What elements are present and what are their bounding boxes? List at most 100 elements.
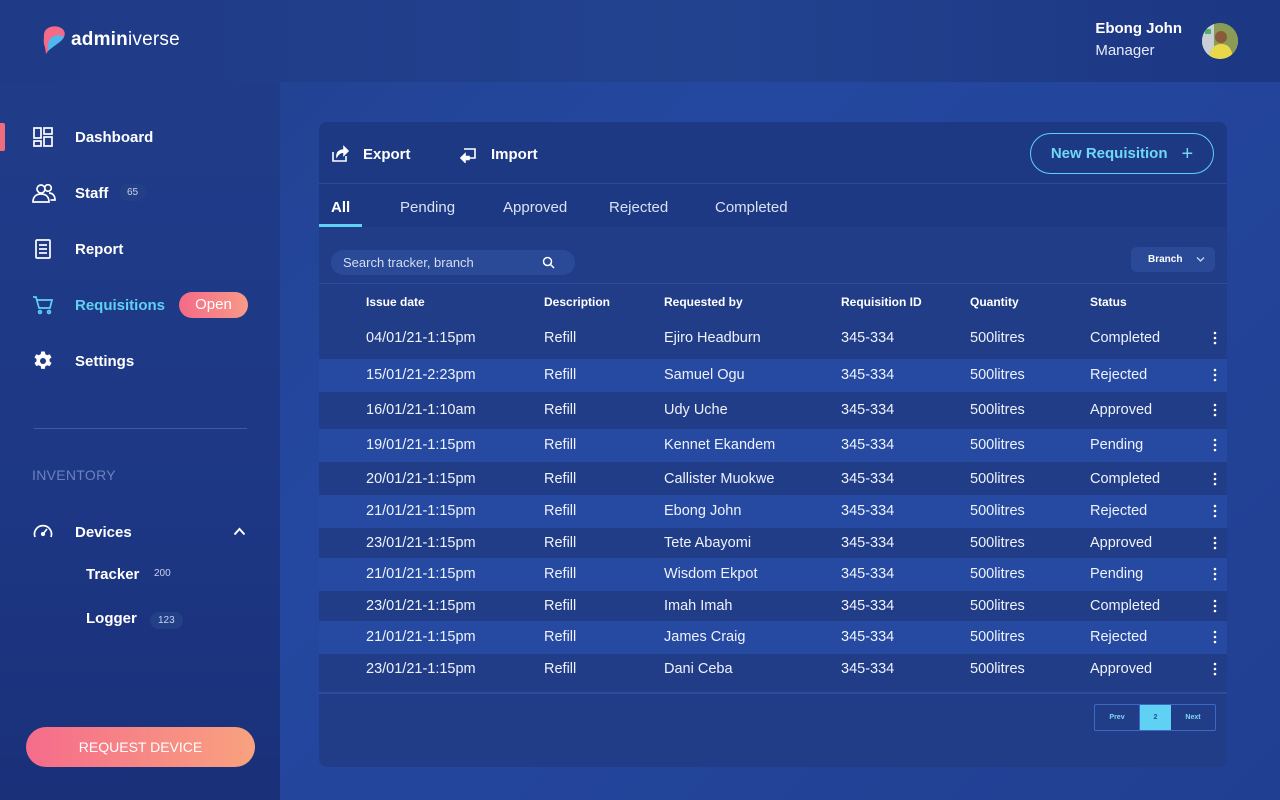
import-button[interactable]: Import (459, 144, 538, 164)
status-cell: Pending (1090, 437, 1144, 453)
tracker-count-badge: 200 (154, 568, 171, 579)
table-header-divider (319, 283, 1227, 284)
column-header-description[interactable]: Description (544, 295, 610, 309)
tab-all[interactable]: All (331, 199, 350, 216)
issue-date-cell: 21/01/21-1:15pm (366, 566, 476, 582)
issue-date-cell: 23/01/21-1:15pm (366, 535, 476, 551)
table-row[interactable]: 04/01/21-1:15pm Refill Ejiro Headburn 345-3… (319, 322, 1227, 355)
description-cell: Refill (544, 367, 577, 383)
more-options-icon[interactable] (1212, 598, 1218, 614)
requested-by-cell: Ejiro Headburn (664, 330, 761, 346)
table-row[interactable]: 21/01/21-1:15pm Refill James Craig 345-334 5… (319, 621, 1227, 654)
sidebar-item-settings[interactable]: Settings (0, 341, 280, 381)
more-options-icon[interactable] (1212, 629, 1218, 645)
requested-by-cell: Ebong John (664, 503, 742, 519)
table-row[interactable]: 16/01/21-1:10am Refill Udy Uche 345-334 500l… (319, 394, 1227, 427)
more-options-icon[interactable] (1212, 437, 1218, 453)
export-icon (332, 145, 349, 162)
description-cell: Refill (544, 402, 577, 418)
column-header-issue-date[interactable]: Issue date (366, 295, 425, 309)
staff-count-badge: 65 (119, 184, 147, 201)
more-options-icon[interactable] (1212, 471, 1218, 487)
brand-logo[interactable]: adminiverse (40, 24, 180, 56)
description-cell: Refill (544, 629, 577, 645)
sidebar-item-devices[interactable]: Devices (0, 512, 280, 552)
column-header-requisition-id[interactable]: Requisition ID (841, 295, 922, 309)
requisition-id-cell: 345-334 (841, 471, 895, 487)
description-cell: Refill (544, 503, 577, 519)
next-page-button[interactable]: Next (1171, 705, 1215, 730)
issue-date-cell: 21/01/21-1:15pm (366, 629, 476, 645)
more-options-icon[interactable] (1212, 661, 1218, 677)
tab-pending[interactable]: Pending (400, 199, 455, 216)
more-options-icon[interactable] (1212, 535, 1218, 551)
export-button[interactable]: Export (331, 144, 411, 164)
column-header-requested-by[interactable]: Requested by (664, 295, 743, 309)
description-cell: Refill (544, 598, 577, 614)
avatar[interactable] (1202, 23, 1238, 59)
requested-by-cell: Callister Muokwe (664, 471, 775, 487)
requisition-id-cell: 345-334 (841, 629, 895, 645)
table-row[interactable]: 19/01/21-1:15pm Refill Kennet Ekandem 345-3… (319, 429, 1227, 462)
pagination: Prev 2 Next (1094, 704, 1216, 731)
description-cell: Refill (544, 437, 577, 453)
user-info[interactable]: Ebong John Manager (1095, 20, 1182, 59)
sidebar-subitem-logger[interactable]: Logger (86, 610, 137, 627)
sidebar-item-requisitions[interactable]: Requisitions Open (0, 285, 280, 325)
tab-approved[interactable]: Approved (503, 199, 567, 216)
table-row[interactable]: 15/01/21-2:23pm Refill Samuel Ogu 345-334 50… (319, 359, 1227, 392)
issue-date-cell: 21/01/21-1:15pm (366, 503, 476, 519)
tab-completed[interactable]: Completed (715, 199, 788, 216)
requested-by-cell: Dani Ceba (664, 661, 733, 677)
chevron-up-icon[interactable] (233, 527, 246, 536)
requisition-id-cell: 345-334 (841, 437, 895, 453)
sidebar-item-report[interactable]: Report (0, 229, 280, 269)
more-options-icon[interactable] (1212, 402, 1218, 418)
requisition-id-cell: 345-334 (841, 661, 895, 677)
table-row[interactable]: 21/01/21-1:15pm Refill Wisdom Ekpot 345-334… (319, 558, 1227, 591)
logger-count-badge: 123 (150, 612, 183, 629)
more-options-icon[interactable] (1212, 566, 1218, 582)
new-requisition-button[interactable]: New Requisition + (1030, 133, 1214, 174)
user-name: Ebong John (1095, 20, 1182, 37)
user-role: Manager (1095, 42, 1155, 59)
sidebar-item-label: Report (75, 240, 124, 258)
sidebar-item-label: Staff (75, 184, 109, 202)
more-options-icon[interactable] (1212, 503, 1218, 519)
sidebar-item-label: Requisitions (75, 296, 166, 314)
top-bar (0, 0, 1280, 82)
table-row[interactable]: 20/01/21-1:15pm Refill Callister Muokwe 345… (319, 463, 1227, 496)
quantity-cell: 500litres (970, 629, 1025, 645)
sidebar-subitem-tracker[interactable]: Tracker (86, 566, 139, 583)
issue-date-cell: 23/01/21-1:15pm (366, 661, 476, 677)
more-options-icon[interactable] (1212, 367, 1218, 383)
request-device-button[interactable]: REQUEST DEVICE (26, 727, 255, 767)
more-options-icon[interactable] (1212, 330, 1218, 346)
table-row[interactable]: 21/01/21-1:15pm Refill Ebong John 345-334 50… (319, 495, 1227, 528)
quantity-cell: 500litres (970, 661, 1025, 677)
prev-page-button[interactable]: Prev (1095, 705, 1140, 730)
branch-filter-label: Branch (1148, 254, 1183, 265)
gear-icon (32, 350, 54, 372)
sidebar-item-dashboard[interactable]: Dashboard (0, 117, 280, 157)
brand-name: adminiverse (71, 29, 180, 50)
tab-rejected[interactable]: Rejected (609, 199, 668, 216)
import-icon (459, 148, 476, 163)
sidebar-item-staff[interactable]: Staff 65 (0, 173, 280, 213)
column-header-quantity[interactable]: Quantity (970, 295, 1019, 309)
status-cell: Completed (1090, 330, 1161, 346)
branch-filter-dropdown[interactable]: Branch (1131, 247, 1215, 272)
search-input[interactable]: Search tracker, branch (331, 250, 575, 275)
open-status-pill: Open (179, 292, 248, 318)
current-page-number[interactable]: 2 (1140, 705, 1171, 730)
active-tab-underline (319, 224, 362, 227)
search-icon[interactable] (542, 256, 555, 269)
quantity-cell: 500litres (970, 503, 1025, 519)
status-cell: Approved (1090, 402, 1153, 418)
description-cell: Refill (544, 471, 577, 487)
table-row[interactable]: 23/01/21-1:15pm Refill Imah Imah 345-334 500… (319, 590, 1227, 623)
column-header-status[interactable]: Status (1090, 295, 1127, 309)
report-icon (32, 238, 54, 260)
table-row[interactable]: 23/01/21-1:15pm Refill Dani Ceba 345-334 500… (319, 653, 1227, 686)
table-row[interactable]: 23/01/21-1:15pm Refill Tete Abayomi 345-334… (319, 527, 1227, 560)
